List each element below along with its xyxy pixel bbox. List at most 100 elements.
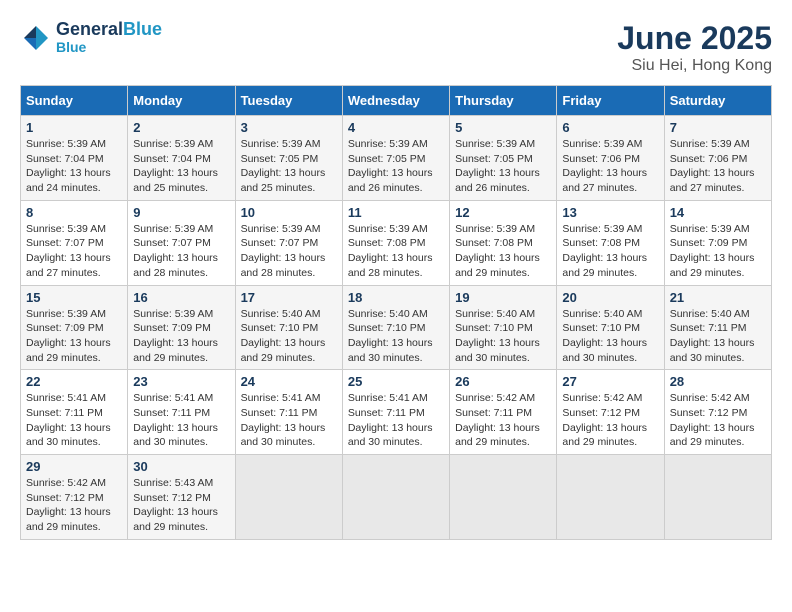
- col-sunday: Sunday: [21, 86, 128, 116]
- day-info: Sunrise: 5:39 AM Sunset: 7:09 PM Dayligh…: [133, 307, 229, 366]
- day-number: 4: [348, 120, 444, 135]
- calendar-week-2: 8 Sunrise: 5:39 AM Sunset: 7:07 PM Dayli…: [21, 200, 772, 285]
- day-number: 10: [241, 205, 337, 220]
- calendar-title: June 2025: [617, 20, 772, 57]
- day-cell-7: 7 Sunrise: 5:39 AM Sunset: 7:06 PM Dayli…: [664, 116, 771, 201]
- calendar-body: 1 Sunrise: 5:39 AM Sunset: 7:04 PM Dayli…: [21, 116, 772, 540]
- day-cell-8: 8 Sunrise: 5:39 AM Sunset: 7:07 PM Dayli…: [21, 200, 128, 285]
- day-cell-17: 17 Sunrise: 5:40 AM Sunset: 7:10 PM Dayl…: [235, 285, 342, 370]
- calendar-week-5: 29 Sunrise: 5:42 AM Sunset: 7:12 PM Dayl…: [21, 455, 772, 540]
- day-info: Sunrise: 5:39 AM Sunset: 7:09 PM Dayligh…: [26, 307, 122, 366]
- day-info: Sunrise: 5:39 AM Sunset: 7:09 PM Dayligh…: [670, 222, 766, 281]
- day-number: 17: [241, 290, 337, 305]
- day-cell-18: 18 Sunrise: 5:40 AM Sunset: 7:10 PM Dayl…: [342, 285, 449, 370]
- day-info: Sunrise: 5:39 AM Sunset: 7:07 PM Dayligh…: [241, 222, 337, 281]
- day-info: Sunrise: 5:39 AM Sunset: 7:05 PM Dayligh…: [348, 137, 444, 196]
- day-cell-15: 15 Sunrise: 5:39 AM Sunset: 7:09 PM Dayl…: [21, 285, 128, 370]
- day-info: Sunrise: 5:42 AM Sunset: 7:12 PM Dayligh…: [562, 391, 658, 450]
- day-info: Sunrise: 5:39 AM Sunset: 7:04 PM Dayligh…: [133, 137, 229, 196]
- day-info: Sunrise: 5:42 AM Sunset: 7:12 PM Dayligh…: [26, 476, 122, 535]
- day-cell-21: 21 Sunrise: 5:40 AM Sunset: 7:11 PM Dayl…: [664, 285, 771, 370]
- day-info: Sunrise: 5:39 AM Sunset: 7:07 PM Dayligh…: [133, 222, 229, 281]
- day-info: Sunrise: 5:39 AM Sunset: 7:08 PM Dayligh…: [562, 222, 658, 281]
- day-number: 28: [670, 374, 766, 389]
- logo: GeneralBlue Blue: [20, 20, 162, 55]
- day-number: 18: [348, 290, 444, 305]
- calendar-subtitle: Siu Hei, Hong Kong: [617, 57, 772, 75]
- day-info: Sunrise: 5:40 AM Sunset: 7:10 PM Dayligh…: [241, 307, 337, 366]
- day-cell-4: 4 Sunrise: 5:39 AM Sunset: 7:05 PM Dayli…: [342, 116, 449, 201]
- col-saturday: Saturday: [664, 86, 771, 116]
- day-info: Sunrise: 5:39 AM Sunset: 7:08 PM Dayligh…: [348, 222, 444, 281]
- empty-cell: [235, 455, 342, 540]
- day-info: Sunrise: 5:39 AM Sunset: 7:06 PM Dayligh…: [562, 137, 658, 196]
- day-number: 22: [26, 374, 122, 389]
- day-cell-20: 20 Sunrise: 5:40 AM Sunset: 7:10 PM Dayl…: [557, 285, 664, 370]
- day-cell-24: 24 Sunrise: 5:41 AM Sunset: 7:11 PM Dayl…: [235, 370, 342, 455]
- day-cell-5: 5 Sunrise: 5:39 AM Sunset: 7:05 PM Dayli…: [450, 116, 557, 201]
- day-number: 6: [562, 120, 658, 135]
- day-number: 11: [348, 205, 444, 220]
- day-number: 7: [670, 120, 766, 135]
- day-cell-2: 2 Sunrise: 5:39 AM Sunset: 7:04 PM Dayli…: [128, 116, 235, 201]
- day-info: Sunrise: 5:41 AM Sunset: 7:11 PM Dayligh…: [348, 391, 444, 450]
- day-info: Sunrise: 5:39 AM Sunset: 7:05 PM Dayligh…: [241, 137, 337, 196]
- day-info: Sunrise: 5:39 AM Sunset: 7:06 PM Dayligh…: [670, 137, 766, 196]
- day-number: 23: [133, 374, 229, 389]
- empty-cell: [557, 455, 664, 540]
- day-info: Sunrise: 5:40 AM Sunset: 7:10 PM Dayligh…: [455, 307, 551, 366]
- day-cell-30: 30 Sunrise: 5:43 AM Sunset: 7:12 PM Dayl…: [128, 455, 235, 540]
- day-info: Sunrise: 5:39 AM Sunset: 7:05 PM Dayligh…: [455, 137, 551, 196]
- header: GeneralBlue Blue June 2025 Siu Hei, Hong…: [20, 20, 772, 75]
- day-number: 27: [562, 374, 658, 389]
- day-info: Sunrise: 5:41 AM Sunset: 7:11 PM Dayligh…: [133, 391, 229, 450]
- day-info: Sunrise: 5:40 AM Sunset: 7:11 PM Dayligh…: [670, 307, 766, 366]
- day-number: 3: [241, 120, 337, 135]
- day-cell-26: 26 Sunrise: 5:42 AM Sunset: 7:11 PM Dayl…: [450, 370, 557, 455]
- day-cell-10: 10 Sunrise: 5:39 AM Sunset: 7:07 PM Dayl…: [235, 200, 342, 285]
- day-cell-1: 1 Sunrise: 5:39 AM Sunset: 7:04 PM Dayli…: [21, 116, 128, 201]
- day-cell-23: 23 Sunrise: 5:41 AM Sunset: 7:11 PM Dayl…: [128, 370, 235, 455]
- col-friday: Friday: [557, 86, 664, 116]
- day-info: Sunrise: 5:40 AM Sunset: 7:10 PM Dayligh…: [562, 307, 658, 366]
- day-info: Sunrise: 5:41 AM Sunset: 7:11 PM Dayligh…: [26, 391, 122, 450]
- day-info: Sunrise: 5:40 AM Sunset: 7:10 PM Dayligh…: [348, 307, 444, 366]
- calendar-week-4: 22 Sunrise: 5:41 AM Sunset: 7:11 PM Dayl…: [21, 370, 772, 455]
- day-info: Sunrise: 5:41 AM Sunset: 7:11 PM Dayligh…: [241, 391, 337, 450]
- col-monday: Monday: [128, 86, 235, 116]
- day-cell-25: 25 Sunrise: 5:41 AM Sunset: 7:11 PM Dayl…: [342, 370, 449, 455]
- day-cell-11: 11 Sunrise: 5:39 AM Sunset: 7:08 PM Dayl…: [342, 200, 449, 285]
- day-cell-28: 28 Sunrise: 5:42 AM Sunset: 7:12 PM Dayl…: [664, 370, 771, 455]
- calendar-week-1: 1 Sunrise: 5:39 AM Sunset: 7:04 PM Dayli…: [21, 116, 772, 201]
- day-cell-16: 16 Sunrise: 5:39 AM Sunset: 7:09 PM Dayl…: [128, 285, 235, 370]
- day-cell-14: 14 Sunrise: 5:39 AM Sunset: 7:09 PM Dayl…: [664, 200, 771, 285]
- day-info: Sunrise: 5:42 AM Sunset: 7:12 PM Dayligh…: [670, 391, 766, 450]
- day-number: 20: [562, 290, 658, 305]
- day-number: 8: [26, 205, 122, 220]
- day-number: 26: [455, 374, 551, 389]
- day-info: Sunrise: 5:39 AM Sunset: 7:08 PM Dayligh…: [455, 222, 551, 281]
- day-info: Sunrise: 5:39 AM Sunset: 7:04 PM Dayligh…: [26, 137, 122, 196]
- logo-text: GeneralBlue Blue: [56, 20, 162, 55]
- empty-cell: [342, 455, 449, 540]
- day-number: 14: [670, 205, 766, 220]
- day-cell-29: 29 Sunrise: 5:42 AM Sunset: 7:12 PM Dayl…: [21, 455, 128, 540]
- day-number: 25: [348, 374, 444, 389]
- day-number: 12: [455, 205, 551, 220]
- day-number: 9: [133, 205, 229, 220]
- day-cell-19: 19 Sunrise: 5:40 AM Sunset: 7:10 PM Dayl…: [450, 285, 557, 370]
- title-area: June 2025 Siu Hei, Hong Kong: [617, 20, 772, 75]
- col-thursday: Thursday: [450, 86, 557, 116]
- day-number: 24: [241, 374, 337, 389]
- day-number: 16: [133, 290, 229, 305]
- calendar-week-3: 15 Sunrise: 5:39 AM Sunset: 7:09 PM Dayl…: [21, 285, 772, 370]
- day-number: 1: [26, 120, 122, 135]
- logo-icon: [20, 22, 52, 54]
- day-number: 5: [455, 120, 551, 135]
- day-number: 2: [133, 120, 229, 135]
- day-number: 15: [26, 290, 122, 305]
- day-number: 19: [455, 290, 551, 305]
- empty-cell: [664, 455, 771, 540]
- day-number: 21: [670, 290, 766, 305]
- header-row: Sunday Monday Tuesday Wednesday Thursday…: [21, 86, 772, 116]
